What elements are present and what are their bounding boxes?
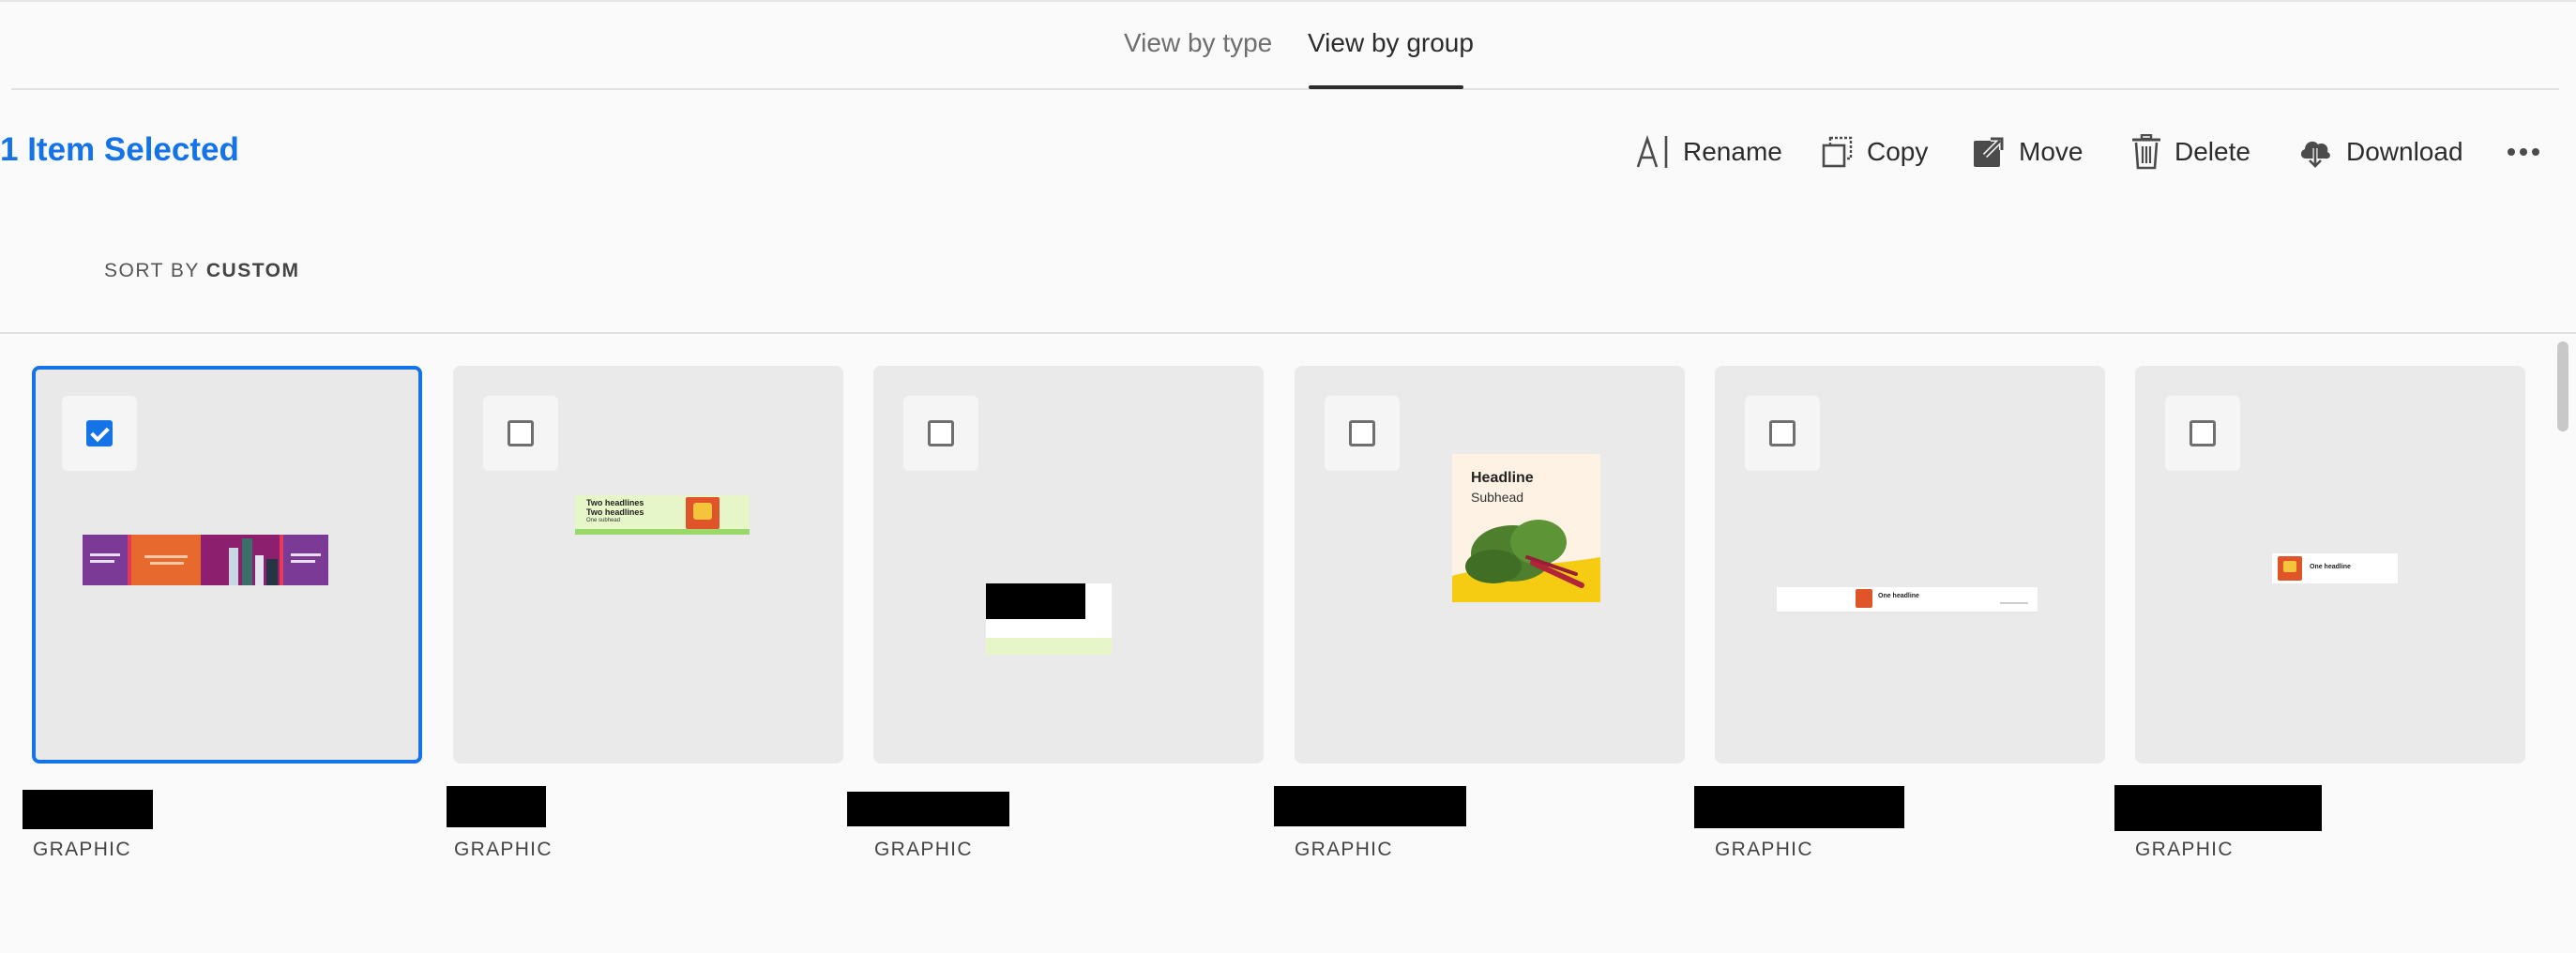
asset-card[interactable]: Headline Subhead	[1295, 366, 1685, 764]
thumbnail-footer	[986, 638, 1112, 655]
thumbnail-subhead: Subhead	[1471, 490, 1524, 505]
thumbnail-accent-bar	[575, 529, 750, 535]
asset-name-redacted	[447, 786, 546, 827]
rename-button[interactable]: Rename	[1636, 131, 1782, 173]
move-label: Move	[2019, 137, 2084, 166]
more-actions-button[interactable]	[2507, 131, 2540, 173]
thumbnail-subhead: One subhead	[586, 518, 621, 523]
asset-checkbox[interactable]	[508, 420, 534, 446]
asset-checkbox-wrapper	[1745, 396, 1820, 471]
asset-checkbox-wrapper	[62, 396, 137, 471]
asset-name-redacted	[847, 792, 1009, 826]
sort-prefix: SORT BY	[104, 260, 200, 281]
rename-label: Rename	[1683, 137, 1782, 166]
asset-checkbox-wrapper	[2165, 396, 2240, 471]
asset-type: GRAPHIC	[874, 839, 973, 860]
sort-value: CUSTOM	[205, 260, 300, 281]
thumbnail-product-image	[1856, 589, 1872, 608]
asset-name-redacted	[1694, 786, 1904, 828]
thumbnail-redaction	[986, 583, 1085, 619]
move-button[interactable]: Move	[1972, 131, 2083, 173]
thumbnail-headline-1: Two headlines	[586, 498, 644, 507]
asset-card[interactable]: Two headlines Two headlines One subhead	[453, 366, 843, 764]
asset-card[interactable]	[32, 366, 422, 764]
move-icon	[1974, 136, 2005, 167]
asset-card[interactable]	[873, 366, 1264, 764]
asset-checkbox[interactable]	[86, 420, 113, 446]
more-icon	[2508, 148, 2539, 156]
asset-name-redacted	[2114, 785, 2322, 831]
asset-card[interactable]: One headline	[2135, 366, 2525, 764]
asset-thumbnail	[83, 535, 328, 585]
asset-name-redacted	[23, 790, 153, 829]
grid-divider	[0, 332, 2576, 334]
view-tabs: View by type View by group	[0, 0, 2576, 90]
thumbnail-product-detail	[2283, 561, 2296, 572]
asset-type: GRAPHIC	[2135, 839, 2234, 860]
scrollbar-thumb[interactable]	[2557, 341, 2568, 431]
thumbnail-headline: One headline	[1878, 593, 1919, 599]
active-tab-indicator	[1309, 85, 1463, 89]
delete-label: Delete	[2174, 137, 2250, 166]
asset-type: GRAPHIC	[1295, 839, 1393, 860]
asset-checkbox[interactable]	[1769, 420, 1796, 446]
asset-type: GRAPHIC	[33, 839, 131, 860]
asset-thumbnail: One headline	[1777, 587, 2038, 613]
asset-checkbox-wrapper	[903, 396, 978, 471]
thumbnail-headline: Headline	[1471, 470, 1534, 486]
asset-checkbox[interactable]	[2190, 420, 2216, 446]
thumbnail-footnote	[2000, 602, 2028, 604]
delete-button[interactable]: Delete	[2131, 131, 2250, 173]
banner-thumbnail-image	[83, 535, 328, 585]
thumbnail-product-detail	[693, 503, 712, 520]
download-button[interactable]: Download	[2297, 131, 2463, 173]
chard-image	[1452, 520, 1600, 602]
asset-name-redacted	[1274, 786, 1466, 826]
sort-control[interactable]: SORT BY CUSTOM	[104, 260, 300, 282]
asset-checkbox-wrapper	[1325, 396, 1400, 471]
cloud-download-icon	[2300, 141, 2330, 170]
asset-checkbox[interactable]	[928, 420, 954, 446]
asset-thumbnail	[986, 583, 1112, 655]
selection-count: 1 Item Selected	[0, 131, 239, 168]
asset-type: GRAPHIC	[454, 839, 553, 860]
asset-thumbnail: Two headlines Two headlines One subhead	[575, 495, 750, 535]
scrollbar-track[interactable]	[2557, 340, 2570, 953]
trash-icon	[2132, 134, 2160, 170]
tab-view-by-group[interactable]: View by group	[1308, 28, 1474, 58]
download-label: Download	[2346, 137, 2463, 166]
thumbnail-headline: One headline	[2310, 564, 2351, 570]
asset-thumbnail: Headline Subhead	[1452, 454, 1600, 602]
rename-icon	[1636, 134, 1668, 168]
copy-icon	[1822, 136, 1853, 168]
asset-checkbox[interactable]	[1349, 420, 1375, 446]
tab-view-by-type[interactable]: View by type	[1124, 28, 1272, 58]
copy-button[interactable]: Copy	[1822, 131, 1928, 173]
copy-label: Copy	[1867, 137, 1929, 166]
asset-thumbnail: One headline	[2272, 553, 2398, 583]
tabs-divider	[11, 88, 2559, 90]
thumbnail-headline-2: Two headlines	[586, 507, 644, 517]
asset-card[interactable]: One headline	[1715, 366, 2105, 764]
asset-type: GRAPHIC	[1715, 839, 1813, 860]
asset-checkbox-wrapper	[483, 396, 558, 471]
